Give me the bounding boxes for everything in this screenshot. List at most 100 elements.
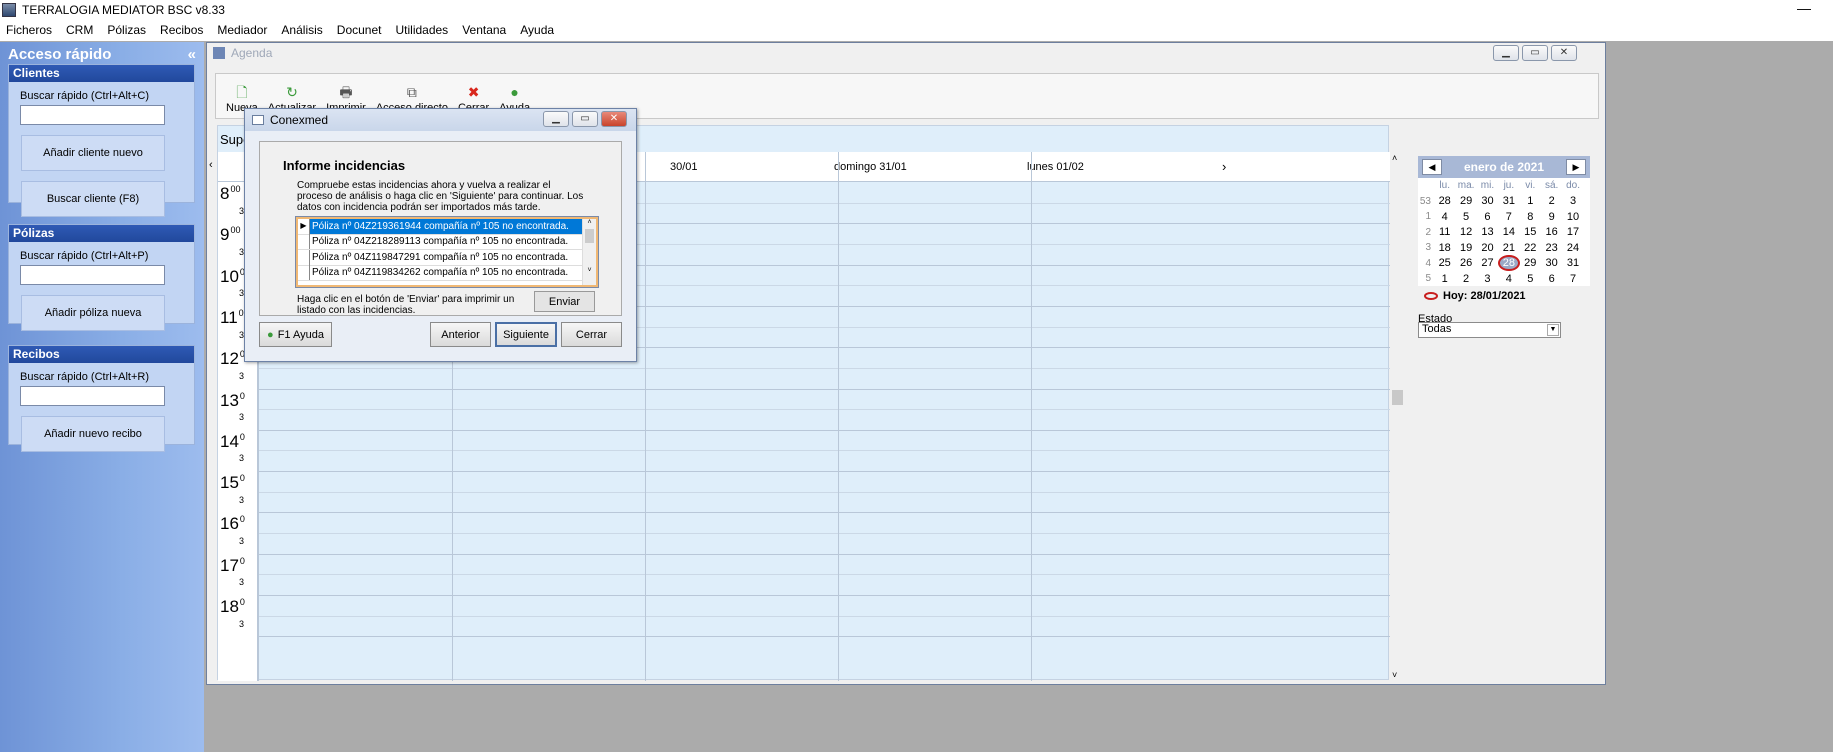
prev-days-icon[interactable]: ‹ (209, 159, 213, 171)
add-client-button[interactable]: Añadir cliente nuevo (21, 135, 165, 171)
calendar-day[interactable]: 23 (1541, 242, 1562, 254)
menu-ventana[interactable]: Ventana (462, 23, 506, 37)
agenda-close-button[interactable]: ✕ (1551, 45, 1577, 61)
half-hour-label: 3 (239, 536, 245, 547)
list-item[interactable]: Póliza nº 04Z119847291 compañía nº 105 n… (298, 249, 596, 266)
agenda-window-icon (213, 47, 225, 59)
estado-select[interactable]: Todas ▼ (1418, 322, 1561, 338)
incidents-list[interactable]: ▶ Póliza nº 04Z219361944 compañía nº 105 … (295, 216, 599, 288)
hour-line (258, 512, 1390, 514)
calendar-day[interactable]: 6 (1541, 273, 1562, 285)
calendar-day[interactable]: 15 (1520, 226, 1541, 238)
menu-mediador[interactable]: Mediador (217, 23, 267, 37)
calendar-day[interactable]: 5 (1455, 211, 1476, 223)
agenda-minimize-button[interactable]: ▁ (1493, 45, 1519, 61)
calendar-day[interactable]: 13 (1477, 226, 1498, 238)
calendar-day[interactable]: 2 (1455, 273, 1476, 285)
scroll-down-icon[interactable]: ˅ (1392, 670, 1397, 680)
dialog-minimize-button[interactable]: ▁ (543, 111, 569, 127)
menu-utilidades[interactable]: Utilidades (395, 23, 448, 37)
list-item[interactable]: Póliza nº 04Z119834262 compañía nº 105 n… (298, 265, 596, 281)
menu-crm[interactable]: CRM (66, 23, 93, 37)
conexmed-dialog: Conexmed ▁ ▭ ✕ Informe incidencias Compr… (244, 108, 637, 362)
previous-button[interactable]: Anterior (430, 322, 491, 347)
calendar-day[interactable]: 1 (1434, 273, 1455, 285)
menu-analisis[interactable]: Análisis (281, 23, 322, 37)
agenda-scrollbar[interactable]: ˄ ˅ (1390, 153, 1405, 680)
calendar-day[interactable]: 19 (1455, 242, 1476, 254)
week-number: 5 (1425, 273, 1431, 285)
find-client-button[interactable]: Buscar cliente (F8) (21, 181, 165, 217)
month-calendar[interactable]: ◀ enero de 2021 ▶ lu. ma. mi. ju. vi. sá… (1418, 156, 1590, 302)
calendar-day[interactable]: 31 (1562, 257, 1583, 269)
calendar-day[interactable]: 3 (1562, 195, 1583, 207)
calendar-day[interactable]: 18 (1434, 242, 1455, 254)
calendar-day[interactable]: 12 (1455, 226, 1476, 238)
scroll-up-icon[interactable]: ˄ (1392, 153, 1397, 163)
calendar-next-icon[interactable]: ▶ (1565, 159, 1586, 175)
dialog-cancel-button[interactable]: Cerrar (561, 322, 622, 347)
calendar-day[interactable]: 30 (1477, 195, 1498, 207)
calendar-weekday-row: lu. ma. mi. ju. vi. sá. do. (1418, 178, 1590, 194)
calendar-day[interactable]: 8 (1520, 211, 1541, 223)
calendar-day[interactable]: 1 (1520, 195, 1541, 207)
calendar-day[interactable]: 16 (1541, 226, 1562, 238)
calendar-day[interactable]: 9 (1541, 211, 1562, 223)
scroll-thumb[interactable] (1392, 390, 1403, 405)
calendar-day[interactable]: 4 (1498, 273, 1519, 285)
calendar-day[interactable]: 27 (1477, 257, 1498, 269)
next-button[interactable]: Siguiente (495, 322, 557, 347)
minimize-button[interactable]: — (1797, 0, 1811, 16)
add-receipt-button[interactable]: Añadir nuevo recibo (21, 416, 165, 452)
half-hour-label: 3 (239, 494, 245, 505)
calendar-day[interactable]: 6 (1477, 211, 1498, 223)
calendar-day[interactable]: 29 (1455, 195, 1476, 207)
calendar-day[interactable]: 11 (1434, 226, 1455, 238)
menu-ayuda[interactable]: Ayuda (520, 23, 554, 37)
calendar-day[interactable]: 17 (1562, 226, 1583, 238)
calendar-day[interactable]: 5 (1520, 273, 1541, 285)
clientes-search-input[interactable] (20, 105, 165, 125)
list-scrollbar[interactable]: ˄ ˅ (582, 219, 596, 285)
calendar-day[interactable]: 24 (1562, 242, 1583, 254)
calendar-day[interactable]: 22 (1520, 242, 1541, 254)
dialog-maximize-button[interactable]: ▭ (572, 111, 598, 127)
calendar-day[interactable]: 26 (1455, 257, 1476, 269)
help-button[interactable]: ● F1 Ayuda (259, 322, 332, 347)
recibos-search-input[interactable] (20, 386, 165, 406)
add-policy-button[interactable]: Añadir póliza nueva (21, 295, 165, 331)
calendar-day[interactable]: 7 (1562, 273, 1583, 285)
menu-docunet[interactable]: Docunet (337, 23, 382, 37)
calendar-day[interactable]: 14 (1498, 226, 1519, 238)
help-icon: ● (267, 328, 274, 341)
dialog-close-button[interactable]: ✕ (601, 111, 627, 127)
next-days-icon[interactable]: › (1222, 159, 1226, 174)
calendar-day[interactable]: 20 (1477, 242, 1498, 254)
menu-ficheros[interactable]: Ficheros (6, 23, 52, 37)
row-marker (298, 265, 310, 281)
list-item[interactable]: ▶ Póliza nº 04Z219361944 compañía nº 105 … (298, 218, 596, 235)
calendar-day[interactable]: 3 (1477, 273, 1498, 285)
today-link[interactable]: Hoy: 28/01/2021 (1424, 290, 1590, 302)
menu-bar: Ficheros CRM Pólizas Recibos Mediador An… (0, 19, 1833, 41)
menu-polizas[interactable]: Pólizas (107, 23, 146, 37)
list-item[interactable]: Póliza nº 04Z218289113 compañía nº 105 n… (298, 234, 596, 250)
calendar-day[interactable]: 28 (1498, 255, 1520, 272)
agenda-maximize-button[interactable]: ▭ (1522, 45, 1548, 61)
calendar-day[interactable]: 2 (1541, 195, 1562, 207)
menu-recibos[interactable]: Recibos (160, 23, 203, 37)
polizas-search-input[interactable] (20, 265, 165, 285)
calendar-day[interactable]: 31 (1498, 195, 1519, 207)
calendar-day[interactable]: 10 (1562, 211, 1583, 223)
calendar-day[interactable]: 4 (1434, 211, 1455, 223)
collapse-sidebar-button[interactable]: « (188, 46, 196, 63)
calendar-day[interactable]: 30 (1541, 257, 1562, 269)
calendar-day[interactable]: 25 (1434, 257, 1455, 269)
calendar-day[interactable]: 28 (1434, 195, 1455, 207)
calendar-day[interactable]: 7 (1498, 211, 1519, 223)
calendar-week-row: 2 11 12 13 14 15 16 17 (1418, 225, 1590, 241)
calendar-prev-icon[interactable]: ◀ (1422, 159, 1442, 175)
calendar-day[interactable]: 29 (1520, 257, 1541, 269)
calendar-day[interactable]: 21 (1498, 242, 1519, 254)
send-button[interactable]: Enviar (534, 291, 595, 312)
